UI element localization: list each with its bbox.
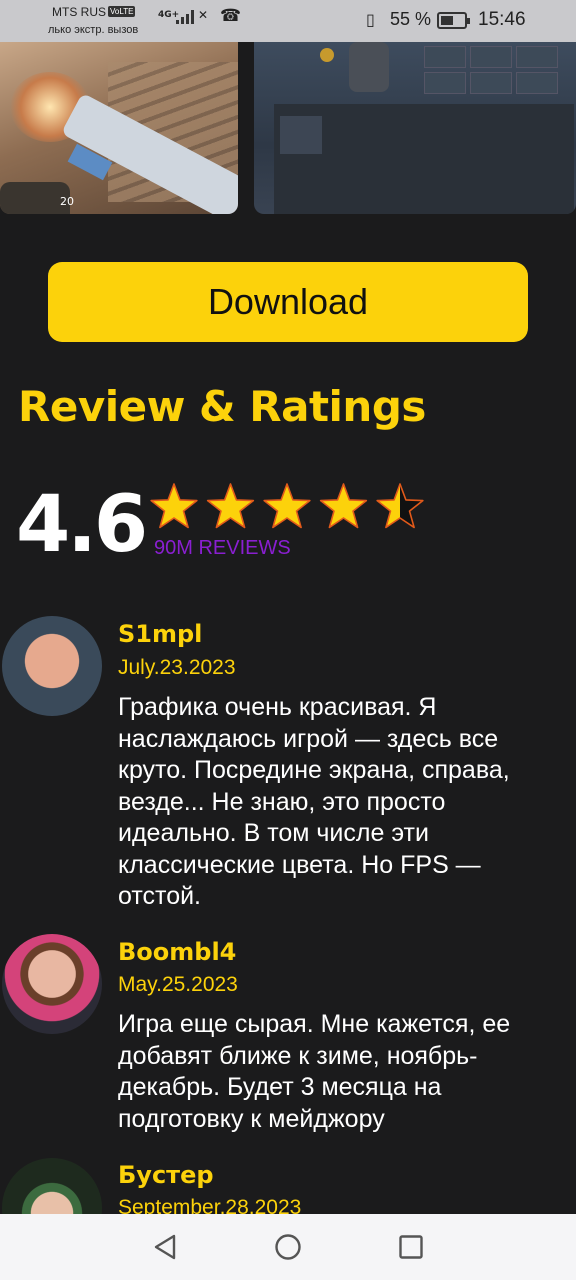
review-author: S1mpl xyxy=(118,620,203,648)
battery-percent: 55 % xyxy=(390,9,432,29)
star-icon xyxy=(319,483,368,529)
status-bar: MTS RUS VoLTE лько экстр. вызов 4G+ ✕ ☎ ▯… xyxy=(0,0,576,42)
no-signal-icon: ✕ xyxy=(198,8,209,22)
reviews-count: 90M REVIEWS xyxy=(154,537,291,559)
home-icon[interactable] xyxy=(273,1232,303,1262)
recents-icon[interactable] xyxy=(396,1232,426,1262)
hud-ammo: 20 xyxy=(60,195,74,208)
call-icon: ☎ xyxy=(220,6,242,26)
star-icon xyxy=(376,483,424,529)
review-author: Бустер xyxy=(118,1161,214,1189)
system-nav-bar xyxy=(0,1214,576,1280)
battery-icon xyxy=(437,12,470,29)
emergency-calls-label: лько экстр. вызов xyxy=(48,24,139,36)
back-icon[interactable] xyxy=(150,1232,180,1262)
avatar xyxy=(2,934,102,1034)
rating-value: 4.6 xyxy=(16,480,148,570)
star-icon xyxy=(206,483,255,529)
signal-icon xyxy=(176,10,194,24)
rating-stars xyxy=(150,483,424,529)
battery-fill xyxy=(441,16,453,25)
star-icon xyxy=(150,483,198,529)
carrier-label: MTS RUS VoLTE xyxy=(52,5,136,19)
review-date: May.25.2023 xyxy=(118,973,238,996)
vibrate-icon: ▯ xyxy=(366,10,375,29)
review-date: July.23.2023 xyxy=(118,656,236,679)
review-author: Boombl4 xyxy=(118,938,237,966)
review-text: Игра еще сырая. Мне кажется, ее добавят … xyxy=(118,1010,511,1133)
section-title: Review & Ratings xyxy=(18,382,426,431)
screenshot-gameplay[interactable]: 20 xyxy=(0,42,238,214)
download-button[interactable]: Download xyxy=(48,262,528,342)
avatar xyxy=(2,616,102,716)
clock: 15:46 xyxy=(478,9,526,30)
star-icon xyxy=(263,483,311,529)
screenshot-inventory[interactable] xyxy=(254,42,576,214)
review-text: Графика очень красивая. Я наслаждаюсь иг… xyxy=(118,693,510,910)
volte-badge: VoLTE xyxy=(108,6,136,17)
